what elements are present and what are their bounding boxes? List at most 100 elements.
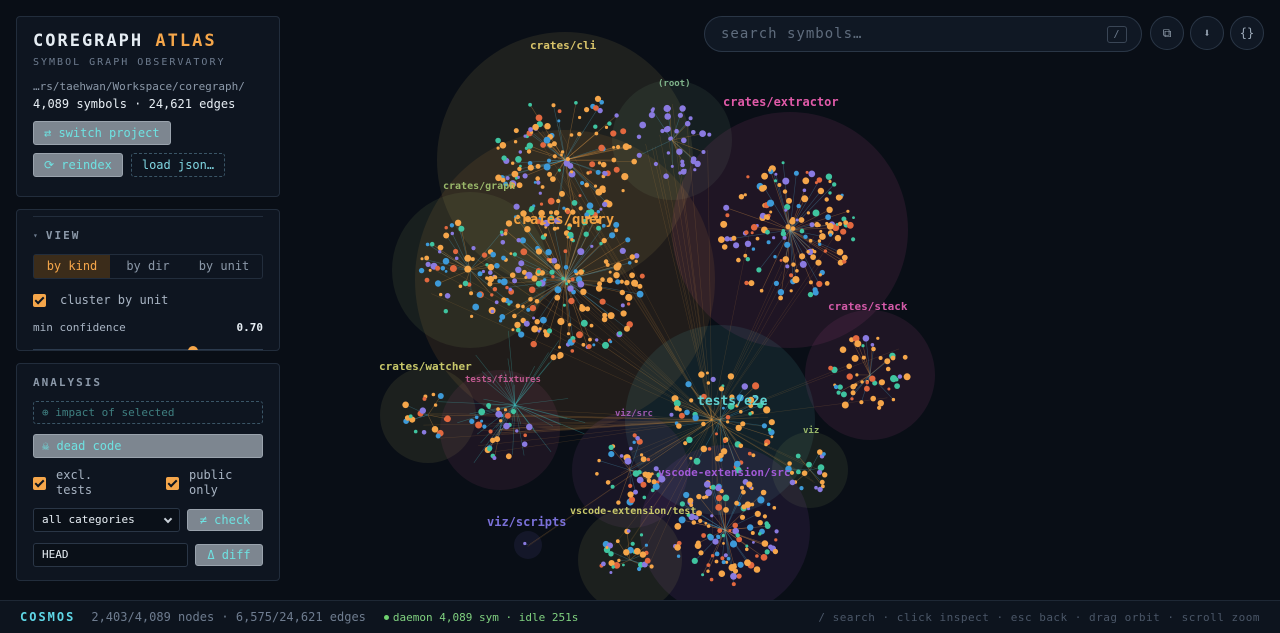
symbol-node[interactable]: [696, 510, 702, 517]
symbol-node[interactable]: [614, 113, 619, 118]
symbol-node[interactable]: [509, 272, 516, 279]
symbol-node[interactable]: [576, 331, 583, 339]
symbol-node[interactable]: [619, 454, 624, 458]
symbol-node[interactable]: [501, 297, 507, 303]
symbol-node[interactable]: [425, 261, 431, 267]
symbol-node[interactable]: [756, 267, 762, 273]
symbol-node[interactable]: [469, 418, 475, 424]
symbol-node[interactable]: [449, 223, 455, 228]
symbol-node[interactable]: [700, 445, 708, 453]
symbol-node[interactable]: [772, 236, 776, 240]
symbol-node[interactable]: [599, 298, 606, 305]
symbol-node[interactable]: [600, 277, 605, 282]
symbol-node[interactable]: [538, 191, 542, 195]
symbol-node[interactable]: [750, 231, 754, 235]
symbol-node[interactable]: [512, 252, 518, 257]
symbol-node[interactable]: [422, 396, 427, 401]
symbol-node[interactable]: [795, 453, 801, 459]
symbol-node[interactable]: [688, 116, 693, 121]
symbol-node[interactable]: [608, 560, 615, 567]
symbol-node[interactable]: [817, 449, 823, 455]
symbol-node[interactable]: [648, 112, 656, 119]
symbol-node[interactable]: [517, 166, 522, 172]
cluster-label[interactable]: vscode-extension/test: [570, 505, 696, 517]
symbol-node[interactable]: [567, 323, 572, 327]
symbol-node[interactable]: [774, 538, 778, 542]
symbol-node[interactable]: [527, 164, 534, 171]
symbol-node[interactable]: [751, 247, 756, 251]
diff-ref-input[interactable]: HEAD: [33, 543, 188, 567]
symbol-node[interactable]: [663, 173, 669, 179]
symbol-node[interactable]: [650, 108, 655, 113]
symbol-node[interactable]: [620, 310, 627, 317]
symbol-node[interactable]: [706, 563, 711, 567]
symbol-node[interactable]: [444, 270, 448, 273]
symbol-node[interactable]: [554, 294, 561, 301]
symbol-node[interactable]: [492, 456, 497, 460]
symbol-node[interactable]: [619, 279, 624, 284]
symbol-node[interactable]: [813, 250, 817, 254]
symbol-node[interactable]: [578, 206, 583, 211]
symbol-node[interactable]: [579, 305, 586, 312]
symbol-node[interactable]: [639, 551, 647, 558]
symbol-node[interactable]: [768, 419, 775, 426]
symbol-node[interactable]: [668, 136, 672, 141]
symbol-node[interactable]: [474, 415, 479, 420]
symbol-node[interactable]: [534, 319, 540, 325]
symbol-node[interactable]: [619, 247, 626, 254]
symbol-node[interactable]: [444, 293, 451, 299]
symbol-node[interactable]: [723, 204, 730, 211]
symbol-node[interactable]: [731, 235, 737, 241]
symbol-node[interactable]: [649, 564, 654, 569]
symbol-node[interactable]: [802, 177, 810, 185]
symbol-node[interactable]: [601, 561, 606, 567]
json-button[interactable]: {}: [1230, 16, 1264, 50]
symbol-node[interactable]: [822, 472, 828, 478]
symbol-node[interactable]: [750, 531, 755, 535]
symbol-node[interactable]: [851, 354, 859, 362]
symbol-node[interactable]: [877, 405, 882, 410]
symbol-node[interactable]: [512, 313, 517, 319]
symbol-node[interactable]: [707, 534, 714, 541]
symbol-node[interactable]: [674, 544, 681, 551]
symbol-node[interactable]: [819, 479, 825, 485]
symbol-node[interactable]: [814, 485, 818, 490]
symbol-node[interactable]: [837, 384, 843, 390]
symbol-node[interactable]: [421, 430, 427, 435]
symbol-node[interactable]: [494, 300, 499, 305]
symbol-node[interactable]: [480, 419, 484, 423]
symbol-node[interactable]: [767, 427, 772, 432]
symbol-node[interactable]: [777, 289, 785, 296]
symbol-node[interactable]: [748, 280, 755, 287]
symbol-node[interactable]: [826, 206, 833, 213]
symbol-node[interactable]: [698, 518, 703, 524]
symbol-node[interactable]: [572, 339, 576, 343]
symbol-node[interactable]: [861, 344, 865, 348]
symbol-node[interactable]: [744, 230, 749, 235]
symbol-node[interactable]: [698, 371, 705, 378]
symbol-node[interactable]: [709, 577, 714, 582]
symbol-node[interactable]: [578, 194, 582, 198]
symbol-node[interactable]: [512, 278, 518, 284]
symbol-node[interactable]: [595, 169, 601, 175]
symbol-node[interactable]: [760, 489, 767, 496]
symbol-node[interactable]: [678, 171, 682, 175]
symbol-node[interactable]: [789, 289, 793, 293]
symbol-node[interactable]: [454, 219, 462, 226]
symbol-node[interactable]: [741, 504, 747, 510]
symbol-node[interactable]: [716, 534, 720, 539]
symbol-node[interactable]: [495, 137, 501, 144]
symbol-node[interactable]: [485, 276, 489, 280]
symbol-node[interactable]: [766, 199, 775, 207]
symbol-node[interactable]: [832, 182, 837, 187]
symbol-node[interactable]: [595, 338, 599, 342]
symbol-node[interactable]: [714, 559, 719, 564]
symbol-node[interactable]: [855, 373, 859, 377]
symbol-node[interactable]: [529, 304, 537, 312]
symbol-node[interactable]: [608, 444, 614, 450]
symbol-node[interactable]: [691, 130, 696, 135]
cluster-label[interactable]: vscode-extension/src: [658, 466, 790, 479]
symbol-node[interactable]: [439, 292, 443, 297]
symbol-node[interactable]: [501, 155, 507, 161]
symbol-node[interactable]: [833, 384, 839, 390]
